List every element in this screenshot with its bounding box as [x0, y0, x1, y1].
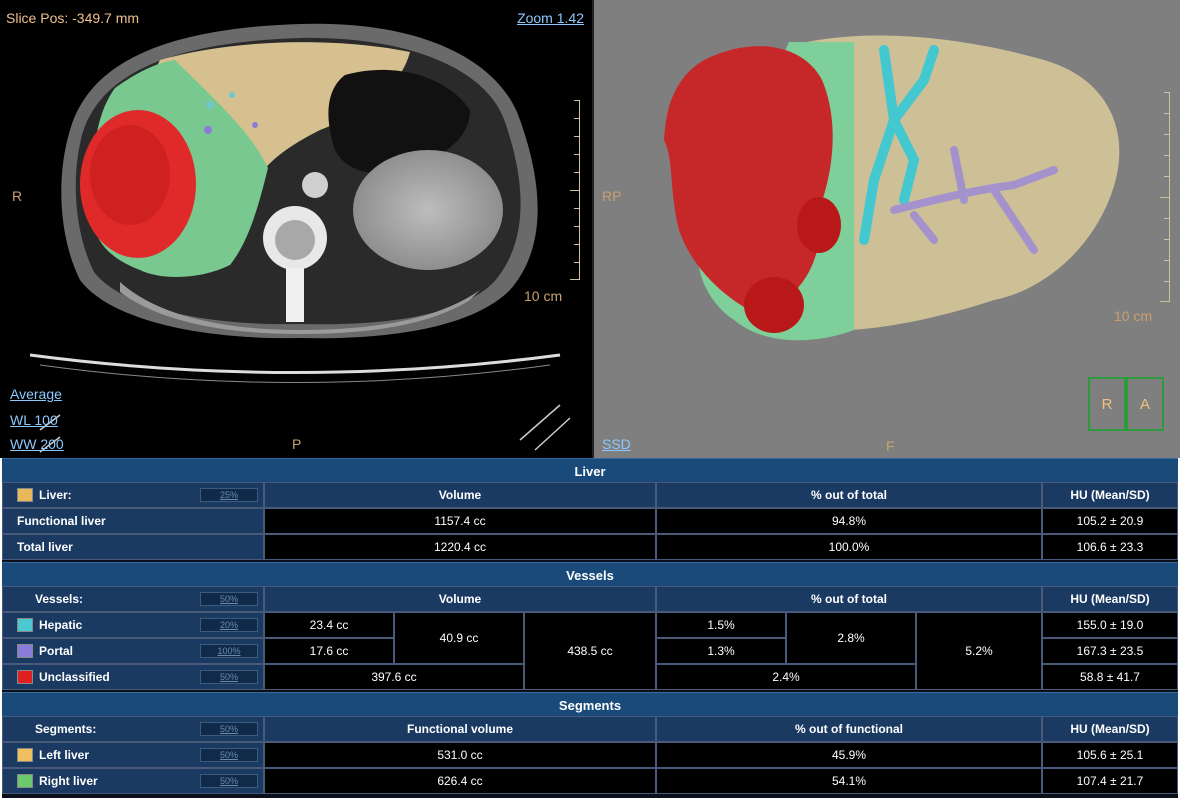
segments-row-left-pct: 45.9%	[656, 742, 1042, 768]
liver-header-volume: Volume	[264, 482, 656, 508]
ct-slice-image	[29, 23, 571, 453]
orientation-bottom-label: F	[886, 438, 895, 454]
left-liver-label: Left liver	[39, 748, 90, 762]
render-mode-selector[interactable]: Average	[10, 386, 62, 402]
scale-bar	[1156, 92, 1170, 302]
liver-row-functional-pct: 94.8%	[656, 508, 1042, 534]
orientation-a[interactable]: A	[1126, 377, 1164, 431]
unclassified-label: Unclassified	[39, 670, 110, 684]
vessels-total-pct: 5.2%	[916, 612, 1042, 690]
orientation-cube[interactable]: R A	[1088, 377, 1166, 431]
portal-opacity-control[interactable]: 100%	[200, 644, 258, 658]
vessels-opacity-control[interactable]: 50%	[200, 592, 258, 606]
vessels-row-hepatic-hu: 155.0 ± 19.0	[1042, 612, 1178, 638]
scale-label: 10 cm	[524, 288, 563, 304]
vessels-row-portal-hu: 167.3 ± 23.5	[1042, 638, 1178, 664]
section-segments-title: Segments	[2, 692, 1178, 717]
render-mode-selector[interactable]: SSD	[602, 436, 631, 452]
orientation-r[interactable]: R	[1088, 377, 1126, 431]
vessels-combined-pct: 2.8%	[786, 612, 916, 664]
right-liver-label: Right liver	[39, 774, 98, 788]
volume-render-viewport[interactable]: RP F 10 cm SSD R A	[592, 0, 1180, 458]
window-width[interactable]: WW 200	[10, 436, 64, 452]
liver-label: Liver:	[39, 488, 72, 502]
vessels-row-unclassified-hu: 58.8 ± 41.7	[1042, 664, 1178, 690]
vessels-row-portal-volume: 17.6 cc	[264, 638, 394, 664]
segments-row-right-volume: 626.4 cc	[264, 768, 656, 794]
measurement-tables: Liver Liver: 25% Volume % out of total H…	[2, 458, 1178, 798]
segments-header-volume: Functional volume	[264, 716, 656, 742]
vessels-row-hepatic-volume: 23.4 cc	[264, 612, 394, 638]
section-vessels-title: Vessels	[2, 562, 1178, 587]
portal-color-swatch	[17, 644, 33, 658]
orientation-left-label: R	[12, 188, 23, 204]
liver-row-total-pct: 100.0%	[656, 534, 1042, 560]
segments-header-hu: HU (Mean/SD)	[1042, 716, 1178, 742]
liver-row-functional-hu: 105.2 ± 20.9	[1042, 508, 1178, 534]
segments-row-right-hu: 107.4 ± 21.7	[1042, 768, 1178, 794]
segments-row-left-hu: 105.6 ± 25.1	[1042, 742, 1178, 768]
liver-row-total-hu: 106.6 ± 23.3	[1042, 534, 1178, 560]
ct-axial-viewport[interactable]: Slice Pos: -349.7 mm Zoom 1.42 R P 10 cm…	[0, 0, 592, 458]
unclassified-opacity-control[interactable]: 50%	[200, 670, 258, 684]
orientation-bottom-label: P	[292, 436, 302, 452]
section-liver-title: Liver	[2, 458, 1178, 483]
liver-color-swatch	[17, 488, 33, 502]
scale-label: 10 cm	[1114, 308, 1153, 324]
liver-row-functional-volume: 1157.4 cc	[264, 508, 656, 534]
vessels-row-unclassified-pct: 2.4%	[656, 664, 916, 690]
vessels-row-hepatic-pct: 1.5%	[656, 612, 786, 638]
vessels-row-portal-pct: 1.3%	[656, 638, 786, 664]
right-liver-color-swatch	[17, 774, 33, 788]
vessels-combined-volume: 40.9 cc	[394, 612, 524, 664]
liver-opacity-control[interactable]: 25%	[200, 488, 258, 502]
vessels-header-hu: HU (Mean/SD)	[1042, 586, 1178, 612]
scale-bar	[566, 100, 580, 280]
liver-row-functional-name: Functional liver	[2, 508, 264, 534]
left-liver-opacity-control[interactable]: 50%	[200, 748, 258, 762]
slice-position: Slice Pos: -349.7 mm	[6, 10, 140, 26]
portal-label: Portal	[39, 644, 74, 658]
zoom-level[interactable]: Zoom 1.42	[517, 10, 584, 26]
orientation-left-label: RP	[602, 188, 622, 204]
liver-row-total-name: Total liver	[2, 534, 264, 560]
segments-row-left-volume: 531.0 cc	[264, 742, 656, 768]
left-liver-color-swatch	[17, 748, 33, 762]
liver-header-pct: % out of total	[656, 482, 1042, 508]
unclassified-color-swatch	[17, 670, 33, 684]
liver-header-hu: HU (Mean/SD)	[1042, 482, 1178, 508]
vessels-total-volume: 438.5 cc	[524, 612, 656, 690]
right-liver-opacity-control[interactable]: 50%	[200, 774, 258, 788]
hepatic-color-swatch	[17, 618, 33, 632]
vessels-header-pct: % out of total	[656, 586, 1042, 612]
vessels-row-unclassified-volume: 397.6 cc	[264, 664, 524, 690]
window-level[interactable]: WL 100	[10, 412, 58, 428]
vessels-header-volume: Volume	[264, 586, 656, 612]
hepatic-opacity-control[interactable]: 20%	[200, 618, 258, 632]
segments-row-right-pct: 54.1%	[656, 768, 1042, 794]
hepatic-label: Hepatic	[39, 618, 83, 632]
segments-header-pct: % out of functional	[656, 716, 1042, 742]
liver-row-total-volume: 1220.4 cc	[264, 534, 656, 560]
segments-opacity-control[interactable]: 50%	[200, 722, 258, 736]
